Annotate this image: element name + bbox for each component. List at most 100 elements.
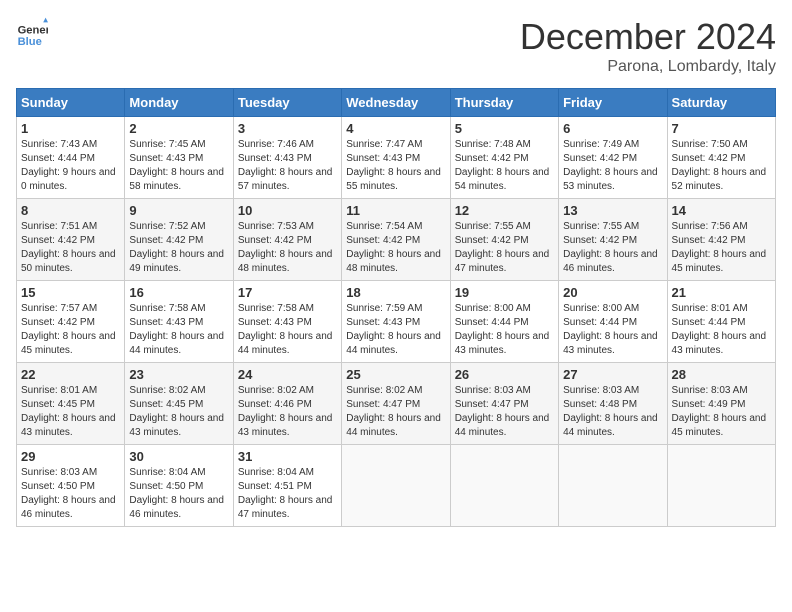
day-cell: 19 Sunrise: 8:00 AMSunset: 4:44 PMDayligh…	[450, 281, 558, 363]
day-cell: 23Sunrise: 8:02 AMSunset: 4:45 PMDayligh…	[125, 363, 233, 445]
day-info: Sunrise: 8:04 AMSunset: 4:50 PMDaylight:…	[129, 466, 228, 522]
title-area: December 2024 Parona, Lombardy, Italy	[520, 16, 776, 76]
day-info: Sunrise: 7:45 AMSunset: 4:43 PMDaylight:…	[129, 138, 228, 194]
day-cell	[559, 445, 667, 527]
day-number: 19	[455, 285, 554, 300]
day-info: Sunrise: 7:49 AMSunset: 4:42 PMDaylight:…	[563, 138, 662, 194]
day-info: Sunrise: 7:57 AMSunset: 4:42 PMDaylight:…	[21, 302, 120, 358]
day-number: 9	[129, 203, 228, 218]
day-cell: 7Sunrise: 7:50 AMSunset: 4:42 PMDaylight…	[667, 117, 775, 199]
week-row-2: 8 Sunrise: 7:51 AMSunset: 4:42 PMDaylight…	[17, 199, 776, 281]
day-cell: 21 Sunrise: 8:01 AMSunset: 4:44 PMDayligh…	[667, 281, 775, 363]
day-number: 11	[346, 203, 445, 218]
weekday-thursday: Thursday	[450, 89, 558, 117]
day-cell: 6 Sunrise: 7:49 AMSunset: 4:42 PMDaylight…	[559, 117, 667, 199]
day-info: Sunrise: 8:02 AMSunset: 4:46 PMDaylight:…	[238, 384, 337, 440]
day-number: 29	[21, 449, 120, 464]
day-cell: 28 Sunrise: 8:03 AMSunset: 4:49 PMDayligh…	[667, 363, 775, 445]
day-number: 16	[129, 285, 228, 300]
day-number: 26	[455, 367, 554, 382]
day-cell: 31 Sunrise: 8:04 AMSunset: 4:51 PMDayligh…	[233, 445, 341, 527]
day-number: 22	[21, 367, 120, 382]
weekday-monday: Monday	[125, 89, 233, 117]
day-info: Sunrise: 8:00 AMSunset: 4:44 PMDaylight:…	[455, 302, 554, 358]
day-number: 14	[672, 203, 771, 218]
day-number: 10	[238, 203, 337, 218]
weekday-saturday: Saturday	[667, 89, 775, 117]
day-cell: 13Sunrise: 7:55 AMSunset: 4:42 PMDayligh…	[559, 199, 667, 281]
day-cell	[342, 445, 450, 527]
day-cell: 25 Sunrise: 8:02 AMSunset: 4:47 PMDayligh…	[342, 363, 450, 445]
day-number: 30	[129, 449, 228, 464]
day-cell: 8 Sunrise: 7:51 AMSunset: 4:42 PMDaylight…	[17, 199, 125, 281]
logo: General Blue	[16, 16, 48, 48]
day-info: Sunrise: 7:58 AMSunset: 4:43 PMDaylight:…	[129, 302, 228, 358]
weekday-sunday: Sunday	[17, 89, 125, 117]
day-cell: 18 Sunrise: 7:59 AMSunset: 4:43 PMDayligh…	[342, 281, 450, 363]
day-info: Sunrise: 8:01 AMSunset: 4:44 PMDaylight:…	[672, 302, 771, 358]
day-info: Sunrise: 8:02 AMSunset: 4:47 PMDaylight:…	[346, 384, 445, 440]
day-info: Sunrise: 8:03 AMSunset: 4:47 PMDaylight:…	[455, 384, 554, 440]
weekday-wednesday: Wednesday	[342, 89, 450, 117]
day-number: 28	[672, 367, 771, 382]
week-row-3: 15Sunrise: 7:57 AMSunset: 4:42 PMDayligh…	[17, 281, 776, 363]
day-number: 5	[455, 121, 554, 136]
day-cell: 3Sunrise: 7:46 AMSunset: 4:43 PMDaylight…	[233, 117, 341, 199]
day-info: Sunrise: 7:56 AMSunset: 4:42 PMDaylight:…	[672, 220, 771, 276]
week-row-5: 29 Sunrise: 8:03 AMSunset: 4:50 PMDayligh…	[17, 445, 776, 527]
day-info: Sunrise: 8:04 AMSunset: 4:51 PMDaylight:…	[238, 466, 337, 522]
day-number: 17	[238, 285, 337, 300]
day-number: 4	[346, 121, 445, 136]
day-cell: 29 Sunrise: 8:03 AMSunset: 4:50 PMDayligh…	[17, 445, 125, 527]
weekday-friday: Friday	[559, 89, 667, 117]
day-cell: 20Sunrise: 8:00 AMSunset: 4:44 PMDayligh…	[559, 281, 667, 363]
day-number: 27	[563, 367, 662, 382]
day-number: 25	[346, 367, 445, 382]
day-info: Sunrise: 7:55 AMSunset: 4:42 PMDaylight:…	[455, 220, 554, 276]
day-number: 1	[21, 121, 120, 136]
day-cell: 12 Sunrise: 7:55 AMSunset: 4:42 PMDayligh…	[450, 199, 558, 281]
day-info: Sunrise: 8:03 AMSunset: 4:49 PMDaylight:…	[672, 384, 771, 440]
day-number: 24	[238, 367, 337, 382]
day-info: Sunrise: 7:51 AMSunset: 4:42 PMDaylight:…	[21, 220, 120, 276]
day-cell: 24 Sunrise: 8:02 AMSunset: 4:46 PMDayligh…	[233, 363, 341, 445]
day-number: 3	[238, 121, 337, 136]
weekday-tuesday: Tuesday	[233, 89, 341, 117]
day-cell: 5 Sunrise: 7:48 AMSunset: 4:42 PMDaylight…	[450, 117, 558, 199]
day-info: Sunrise: 7:54 AMSunset: 4:42 PMDaylight:…	[346, 220, 445, 276]
day-number: 21	[672, 285, 771, 300]
day-info: Sunrise: 8:01 AMSunset: 4:45 PMDaylight:…	[21, 384, 120, 440]
calendar-title: December 2024	[520, 16, 776, 58]
calendar-subtitle: Parona, Lombardy, Italy	[520, 58, 776, 76]
day-number: 31	[238, 449, 337, 464]
day-cell: 30 Sunrise: 8:04 AMSunset: 4:50 PMDayligh…	[125, 445, 233, 527]
day-number: 20	[563, 285, 662, 300]
day-cell: 2 Sunrise: 7:45 AMSunset: 4:43 PMDaylight…	[125, 117, 233, 199]
day-cell: 17 Sunrise: 7:58 AMSunset: 4:43 PMDayligh…	[233, 281, 341, 363]
day-info: Sunrise: 7:47 AMSunset: 4:43 PMDaylight:…	[346, 138, 445, 194]
day-number: 8	[21, 203, 120, 218]
day-cell: 14 Sunrise: 7:56 AMSunset: 4:42 PMDayligh…	[667, 199, 775, 281]
day-number: 12	[455, 203, 554, 218]
day-info: Sunrise: 8:03 AMSunset: 4:50 PMDaylight:…	[21, 466, 120, 522]
day-info: Sunrise: 7:59 AMSunset: 4:43 PMDaylight:…	[346, 302, 445, 358]
header: General Blue December 2024 Parona, Lomba…	[16, 16, 776, 76]
day-info: Sunrise: 7:48 AMSunset: 4:42 PMDaylight:…	[455, 138, 554, 194]
day-number: 18	[346, 285, 445, 300]
day-cell: 22 Sunrise: 8:01 AMSunset: 4:45 PMDayligh…	[17, 363, 125, 445]
day-cell: 26 Sunrise: 8:03 AMSunset: 4:47 PMDayligh…	[450, 363, 558, 445]
day-info: Sunrise: 7:58 AMSunset: 4:43 PMDaylight:…	[238, 302, 337, 358]
logo-icon: General Blue	[16, 16, 48, 48]
day-number: 7	[672, 121, 771, 136]
day-cell: 10Sunrise: 7:53 AMSunset: 4:42 PMDayligh…	[233, 199, 341, 281]
day-cell: 1 Sunrise: 7:43 AMSunset: 4:44 PMDaylight…	[17, 117, 125, 199]
day-number: 2	[129, 121, 228, 136]
day-info: Sunrise: 7:52 AMSunset: 4:42 PMDaylight:…	[129, 220, 228, 276]
week-row-1: 1 Sunrise: 7:43 AMSunset: 4:44 PMDaylight…	[17, 117, 776, 199]
day-number: 6	[563, 121, 662, 136]
day-cell	[667, 445, 775, 527]
day-info: Sunrise: 7:43 AMSunset: 4:44 PMDaylight:…	[21, 138, 120, 194]
day-cell: 16 Sunrise: 7:58 AMSunset: 4:43 PMDayligh…	[125, 281, 233, 363]
day-cell: 15Sunrise: 7:57 AMSunset: 4:42 PMDayligh…	[17, 281, 125, 363]
weekday-header-row: SundayMondayTuesdayWednesdayThursdayFrid…	[17, 89, 776, 117]
